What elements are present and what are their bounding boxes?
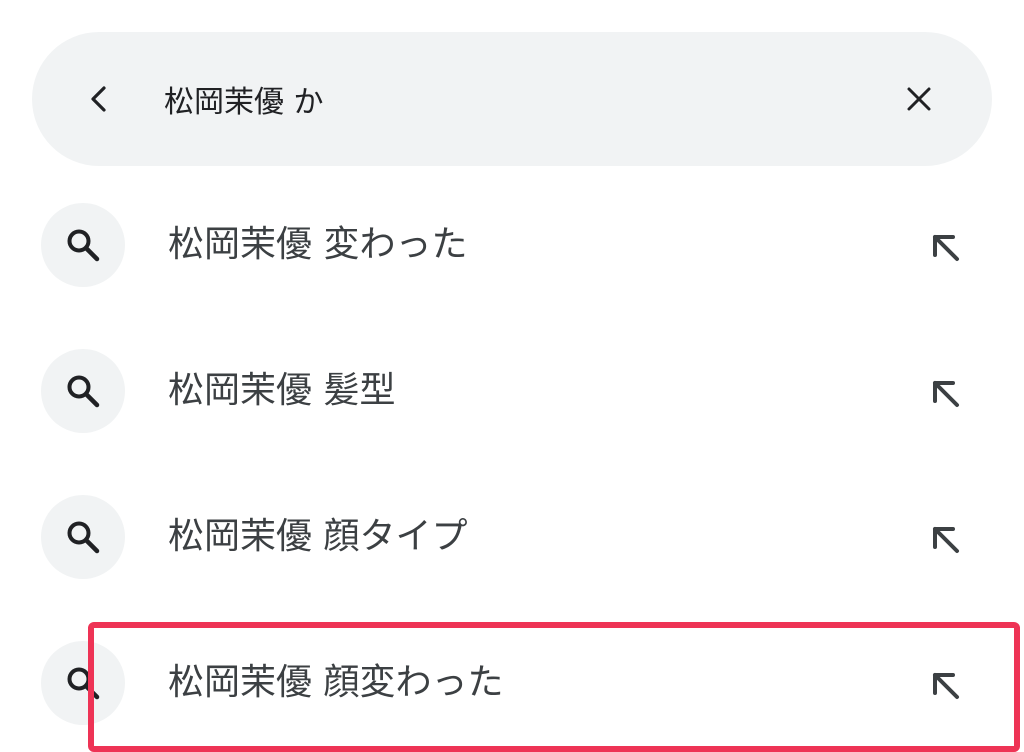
arrow-back-icon bbox=[91, 86, 106, 112]
arrow-up-left-icon bbox=[933, 673, 959, 699]
suggestion-item[interactable]: 松岡茉優 顔変わった bbox=[0, 622, 1024, 742]
suggestion-item[interactable]: 松岡茉優 髪型 bbox=[0, 330, 1024, 450]
suggestion-item[interactable]: 松岡茉優 顔タイプ bbox=[0, 476, 1024, 596]
suggestion-item[interactable]: 松岡茉優 変わった bbox=[0, 184, 1024, 304]
fill-query-button[interactable] bbox=[918, 658, 972, 712]
search-icon bbox=[67, 521, 100, 554]
suggestion-label: 松岡茉優 顔変わった bbox=[168, 662, 504, 703]
search-icon-circle bbox=[41, 203, 125, 287]
arrow-up-left-icon bbox=[933, 381, 959, 407]
close-icon bbox=[907, 87, 931, 111]
search-icon bbox=[67, 375, 100, 408]
fill-query-button[interactable] bbox=[918, 220, 972, 274]
suggestion-label: 松岡茉優 顔タイプ bbox=[168, 516, 468, 557]
search-icon bbox=[67, 667, 100, 700]
clear-button[interactable] bbox=[892, 72, 946, 126]
fill-query-button[interactable] bbox=[918, 366, 972, 420]
search-icon bbox=[67, 229, 100, 262]
search-input[interactable] bbox=[164, 68, 844, 130]
arrow-up-left-icon bbox=[933, 235, 959, 261]
arrow-up-left-icon bbox=[933, 527, 959, 553]
suggestion-label: 松岡茉優 変わった bbox=[168, 224, 468, 265]
search-icon-circle bbox=[41, 641, 125, 725]
fill-query-button[interactable] bbox=[918, 512, 972, 566]
back-button[interactable] bbox=[72, 72, 126, 126]
suggestion-label: 松岡茉優 髪型 bbox=[168, 370, 396, 411]
search-icon-circle bbox=[41, 495, 125, 579]
search-icon-circle bbox=[41, 349, 125, 433]
